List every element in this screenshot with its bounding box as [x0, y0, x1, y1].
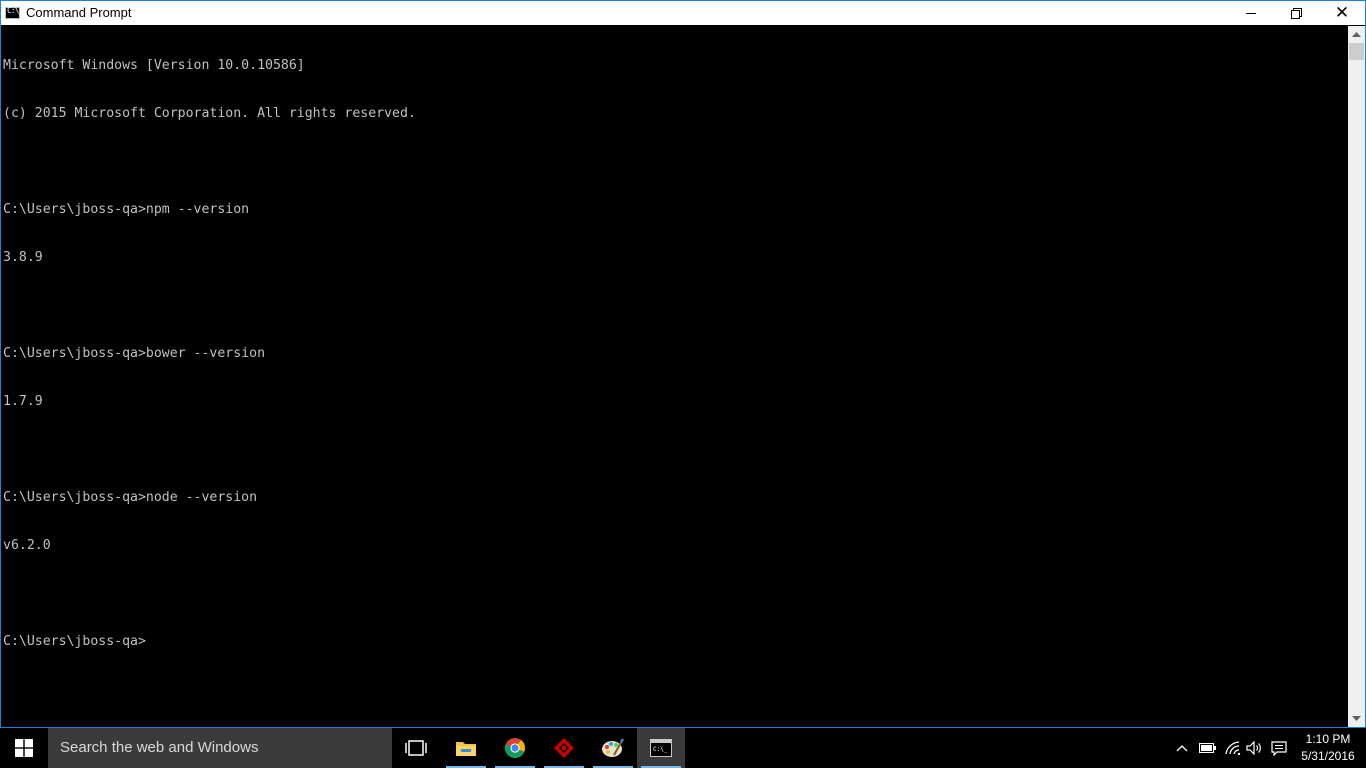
- console-prompt-line[interactable]: C:\Users\jboss-qa>: [3, 634, 1347, 650]
- close-icon: ✕: [1334, 2, 1350, 23]
- start-button[interactable]: [0, 728, 48, 768]
- search-placeholder: Search the web and Windows: [60, 739, 259, 756]
- console-output[interactable]: Microsoft Windows [Version 10.0.10586] (…: [3, 26, 1347, 726]
- restore-icon: [1291, 8, 1302, 19]
- console-line: C:\Users\jboss-qa>bower --version: [3, 346, 266, 361]
- scroll-thumb[interactable]: [1349, 43, 1364, 60]
- clock[interactable]: 1:10 PM 5/31/2016: [1296, 731, 1360, 765]
- console-line: v6.2.0: [3, 538, 51, 553]
- network-button[interactable]: [1222, 728, 1244, 768]
- scroll-up-icon[interactable]: [1348, 26, 1365, 43]
- command-prompt-taskbar-button[interactable]: C:\_: [637, 728, 685, 768]
- svg-text:C:\_: C:\_: [653, 746, 668, 753]
- windows-logo-icon: [15, 739, 33, 757]
- vertical-scrollbar[interactable]: [1348, 26, 1365, 727]
- openshift-icon: [554, 738, 574, 758]
- chrome-button[interactable]: [491, 728, 539, 768]
- cmd-icon-text: C:\_: [7, 6, 23, 15]
- console-line: C:\Users\jboss-qa>npm --version: [3, 202, 250, 217]
- taskbar: Search the web and Windows C:\_ 1:10 PM …: [0, 728, 1366, 768]
- clock-date: 5/31/2016: [1301, 749, 1355, 763]
- show-hidden-icons-button[interactable]: [1172, 728, 1192, 768]
- command-prompt-icon: C:\_: [650, 739, 672, 757]
- chevron-up-icon: [1176, 744, 1188, 751]
- battery-button[interactable]: [1196, 728, 1218, 768]
- minimize-icon: [1246, 12, 1256, 14]
- console-line: Microsoft Windows [Version 10.0.10586]: [3, 58, 305, 73]
- paint-button[interactable]: [589, 728, 637, 768]
- notifications-icon: [1271, 740, 1287, 756]
- minimize-button[interactable]: [1228, 1, 1274, 25]
- clock-time: 1:10 PM: [1305, 732, 1351, 746]
- console-line: 3.8.9: [3, 250, 43, 265]
- close-button[interactable]: ✕: [1319, 1, 1365, 25]
- console-line: (c) 2015 Microsoft Corporation. All righ…: [3, 106, 416, 121]
- file-explorer-button[interactable]: [442, 728, 490, 768]
- cmd-icon[interactable]: C:\_: [5, 6, 23, 19]
- console-line: C:\Users\jboss-qa>node --version: [3, 490, 258, 505]
- scroll-down-icon[interactable]: [1348, 710, 1365, 727]
- volume-button[interactable]: [1244, 728, 1264, 768]
- title-bar[interactable]: C:\_ Command Prompt ✕: [1, 1, 1365, 25]
- paint-icon: [602, 738, 624, 757]
- action-center-button[interactable]: [1268, 728, 1290, 768]
- command-prompt-window[interactable]: C:\_ Command Prompt ✕ Microsoft Windows …: [0, 0, 1366, 728]
- task-view-button[interactable]: [392, 728, 440, 768]
- console-line: 1.7.9: [3, 394, 43, 409]
- wifi-icon: [1225, 741, 1241, 755]
- volume-icon: [1246, 741, 1261, 755]
- battery-icon: [1198, 743, 1216, 753]
- restore-button[interactable]: [1273, 1, 1319, 25]
- search-input[interactable]: Search the web and Windows: [48, 728, 392, 768]
- file-explorer-icon: [456, 742, 476, 756]
- window-title: Command Prompt: [26, 5, 132, 20]
- chrome-icon: [504, 738, 525, 758]
- openshift-button[interactable]: [540, 728, 588, 768]
- task-view-icon: [405, 740, 427, 756]
